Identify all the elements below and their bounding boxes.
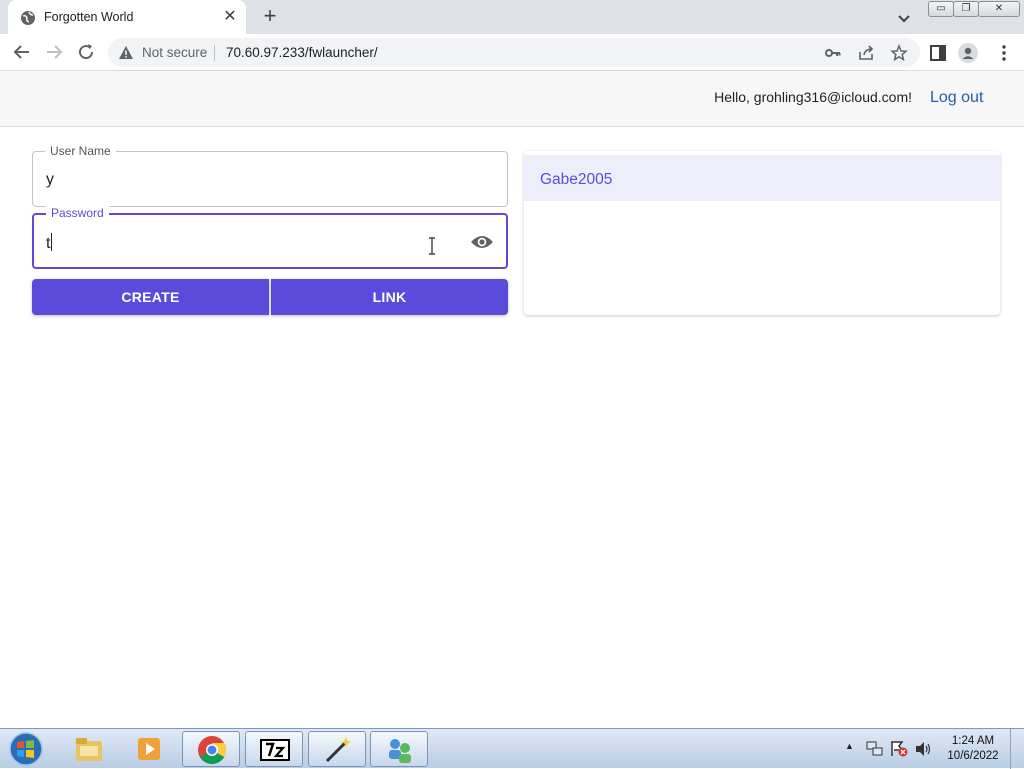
profile-avatar-icon[interactable] bbox=[958, 43, 978, 63]
password-label: Password bbox=[46, 206, 109, 220]
username-input-value[interactable]: y bbox=[46, 171, 54, 189]
window-minimize-button[interactable]: ▭ bbox=[928, 1, 954, 17]
folder-icon bbox=[76, 738, 102, 761]
taskbar-network-app[interactable] bbox=[370, 731, 428, 767]
more-menu-icon[interactable] bbox=[994, 43, 1014, 63]
text-caret bbox=[51, 233, 53, 251]
url-text[interactable]: 70.60.97.233/fwlauncher/ bbox=[226, 45, 378, 60]
taskbar-media-player[interactable] bbox=[120, 731, 178, 767]
7zip-icon bbox=[260, 739, 290, 761]
network-users-icon bbox=[389, 739, 411, 763]
chrome-icon bbox=[198, 736, 226, 764]
clock-time: 1:24 AM bbox=[951, 735, 995, 747]
bookmark-star-icon[interactable] bbox=[890, 44, 908, 62]
password-input-value[interactable]: t bbox=[46, 233, 53, 253]
taskbar-file-explorer[interactable] bbox=[60, 731, 118, 767]
taskbar-7zip[interactable] bbox=[245, 731, 303, 767]
ibeam-cursor-icon bbox=[429, 237, 435, 255]
magic-wand-icon bbox=[325, 737, 351, 763]
tab-close-icon[interactable]: ✕ bbox=[220, 7, 240, 27]
browser-tab[interactable]: Forgotten World ✕ bbox=[8, 0, 246, 34]
account-name: Gabe2005 bbox=[540, 171, 613, 188]
clock-date: 10/6/2022 bbox=[947, 750, 999, 762]
tab-title: Forgotten World bbox=[44, 10, 134, 24]
omnibox-divider bbox=[214, 45, 215, 61]
reload-icon[interactable] bbox=[74, 40, 98, 64]
window-maximize-button[interactable]: ❐ bbox=[953, 1, 979, 17]
action-center-icon[interactable] bbox=[890, 741, 908, 757]
system-clock[interactable]: 1:24 AM 10/6/2022 bbox=[944, 734, 1002, 764]
list-item[interactable]: Gabe2005 bbox=[524, 155, 1000, 201]
eye-icon[interactable] bbox=[470, 231, 494, 253]
chevron-down-icon[interactable] bbox=[894, 8, 914, 28]
app-header: Hello, grohling316@icloud.com! Log out bbox=[0, 71, 1024, 127]
side-panel-icon[interactable] bbox=[928, 43, 948, 63]
key-icon[interactable] bbox=[824, 44, 842, 62]
tray-expand-icon[interactable]: ▲ bbox=[845, 741, 854, 751]
password-text: t bbox=[46, 235, 51, 252]
username-label: User Name bbox=[45, 144, 116, 158]
security-status[interactable]: Not secure bbox=[142, 45, 207, 60]
browser-toolbar: Not secure 70.60.97.233/fwlauncher/ bbox=[0, 34, 1024, 71]
globe-icon bbox=[21, 11, 35, 25]
taskbar-magic-wand-app[interactable] bbox=[308, 731, 366, 767]
taskbar-chrome[interactable] bbox=[182, 731, 240, 767]
show-desktop-button[interactable] bbox=[1010, 729, 1024, 769]
share-icon[interactable] bbox=[857, 44, 875, 62]
accounts-panel: Gabe2005 bbox=[524, 151, 1000, 315]
warning-icon bbox=[119, 46, 133, 59]
create-button[interactable]: CREATE bbox=[32, 279, 269, 315]
media-player-icon bbox=[138, 738, 160, 760]
browser-tabstrip: Forgotten World ✕ + ▭ ❐ ✕ bbox=[0, 0, 1024, 34]
back-arrow-icon[interactable] bbox=[10, 40, 34, 64]
link-button[interactable]: LINK bbox=[271, 279, 508, 315]
logout-link[interactable]: Log out bbox=[930, 89, 983, 107]
user-greeting: Hello, grohling316@icloud.com! bbox=[714, 89, 912, 105]
window-close-button[interactable]: ✕ bbox=[978, 1, 1020, 17]
forward-arrow-icon[interactable] bbox=[42, 40, 66, 64]
network-tray-icon[interactable] bbox=[866, 741, 884, 757]
new-tab-button[interactable]: + bbox=[258, 5, 282, 29]
password-field[interactable]: Password t bbox=[32, 206, 508, 269]
windows-taskbar: ▲ 1:24 AM 10/6/2022 bbox=[0, 728, 1024, 769]
username-field[interactable]: User Name y bbox=[32, 144, 508, 207]
volume-icon[interactable] bbox=[914, 741, 932, 757]
address-bar[interactable]: Not secure 70.60.97.233/fwlauncher/ bbox=[108, 38, 920, 67]
windows-start-icon[interactable] bbox=[4, 731, 48, 767]
